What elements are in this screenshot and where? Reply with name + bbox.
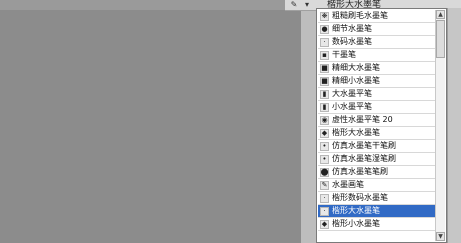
brush-item-label: 精细大水墨笔	[332, 63, 380, 72]
square-brush-icon: ■	[320, 76, 329, 86]
square-brush-icon: ■	[320, 63, 329, 73]
brush-item-label: 楷形小水墨笔	[332, 219, 380, 228]
brush-picker-panel: ❋ 粗糙刷毛水墨笔 ● 细节水墨笔 · 数码水墨笔 ▪ 干墨笔 ■ 精细大水墨笔 ■ 精细小水墨笔 ▮ 大…	[316, 8, 447, 243]
brush-list-item[interactable]: ◉ 虚性水墨平笔 20	[318, 114, 437, 127]
brush-list-item[interactable]: ■ 精细大水墨笔	[318, 62, 437, 75]
dropdown-arrow-icon[interactable]: ▾	[301, 0, 313, 9]
brush-list-item[interactable]: ◆ 楷形大水墨笔	[318, 127, 437, 140]
panel-right-edge	[447, 8, 461, 243]
brush-list-item[interactable]: · 楷形大水墨笔	[318, 205, 437, 218]
brush-item-label: 仿真水墨笔湿笔刷	[332, 154, 396, 163]
calligraphy-brush-icon: ◆	[320, 219, 329, 229]
brush-list-item[interactable]: ▪ 干墨笔	[318, 49, 437, 62]
brush-item-label: 楷形大水墨笔	[332, 206, 380, 215]
brush-list-item[interactable]: ✎ 水墨画笔	[318, 179, 437, 192]
brush-item-label: 干墨笔	[332, 50, 356, 59]
calligraphy-brush-icon: ◆	[320, 128, 329, 138]
brush-item-label: 大水墨平笔	[332, 89, 372, 98]
dot-brush-icon: ·	[320, 37, 329, 47]
canvas-area[interactable]	[0, 0, 317, 243]
brush-list-item[interactable]: · 楷形数码水墨笔	[318, 192, 437, 205]
soft-round-brush-icon: ◉	[320, 115, 329, 125]
dry-brush-icon: ▪	[320, 50, 329, 60]
blob-brush-icon: ⬤	[320, 167, 329, 177]
pen-brush-icon: ✎	[320, 180, 329, 190]
scroll-up-arrow-icon[interactable]: ▲	[436, 10, 445, 19]
brush-item-label: 精细小水墨笔	[332, 76, 380, 85]
dotted-brush-icon: •	[320, 141, 329, 151]
flat-brush-icon: ▮	[320, 102, 329, 112]
brush-list-item[interactable]: ◆ 楷形小水墨笔	[318, 218, 437, 231]
brush-list-item[interactable]: ⬤ 仿真水墨笔笔刷	[318, 166, 437, 179]
brush-list-item[interactable]: • 仿真水墨笔湿笔刷	[318, 153, 437, 166]
dotted-brush-icon: •	[320, 154, 329, 164]
round-brush-icon: ●	[320, 24, 329, 34]
brush-item-label: 楷形数码水墨笔	[332, 193, 388, 202]
brush-list-item[interactable]: • 仿真水墨笔干笔刷	[318, 140, 437, 153]
brush-item-label: 仿真水墨笔笔刷	[332, 167, 388, 176]
brush-item-label: 细节水墨笔	[332, 24, 372, 33]
dot-brush-icon: ·	[320, 206, 329, 216]
scrollbar[interactable]: ▲ ▼	[435, 10, 445, 241]
brush-item-label: 数码水墨笔	[332, 37, 372, 46]
brush-item-label: 楷形大水墨笔	[332, 128, 380, 137]
brush-bristle-icon: ❋	[320, 11, 329, 21]
brush-list-item[interactable]: ❋ 粗糙刷毛水墨笔	[318, 10, 437, 23]
dot-brush-icon: ·	[320, 193, 329, 203]
brush-item-label: 仿真水墨笔干笔刷	[332, 141, 396, 150]
brush-tool-icon[interactable]: ✎	[288, 0, 300, 9]
brush-item-label: 虚性水墨平笔 20	[332, 115, 393, 124]
brush-item-label: 小水墨平笔	[332, 102, 372, 111]
scroll-down-arrow-icon[interactable]: ▼	[436, 232, 445, 241]
canvas-top-strip	[0, 0, 317, 10]
brush-list-item[interactable]: ▮ 小水墨平笔	[318, 101, 437, 114]
flat-brush-icon: ▮	[320, 89, 329, 99]
scroll-thumb[interactable]	[436, 20, 445, 58]
brush-list-item[interactable]: ● 细节水墨笔	[318, 23, 437, 36]
brush-item-label: 粗糙刷毛水墨笔	[332, 11, 388, 20]
brush-list-item[interactable]: ■ 精细小水墨笔	[318, 75, 437, 88]
brush-list-item[interactable]: ▮ 大水墨平笔	[318, 88, 437, 101]
brush-item-label: 水墨画笔	[332, 180, 364, 189]
brush-list-item[interactable]: · 数码水墨笔	[318, 36, 437, 49]
